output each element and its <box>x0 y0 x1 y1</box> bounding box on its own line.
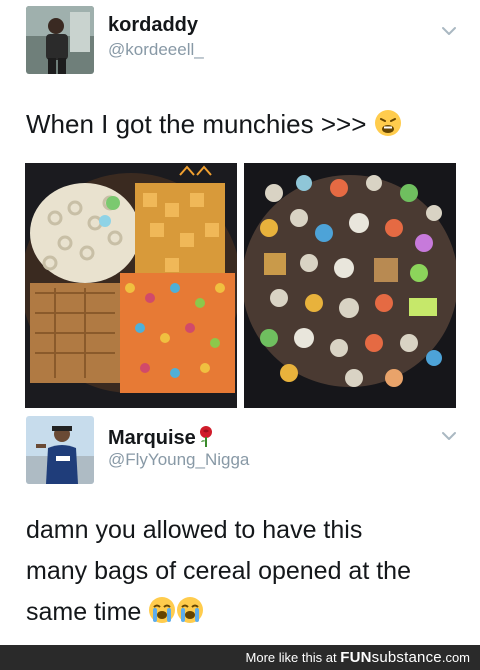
tweet-header-kordaddy: kordaddy @kordeeell_ <box>0 6 480 86</box>
brand-sub: substance <box>371 649 442 666</box>
cereal-photo-left[interactable] <box>25 163 237 408</box>
brand-tld: .com <box>441 650 470 665</box>
avatar[interactable] <box>26 6 94 74</box>
chevron-down-icon[interactable] <box>440 22 458 40</box>
weary-face-icon <box>374 109 402 137</box>
watermark-text[interactable]: More like this at FUNsubstance.com <box>246 649 470 666</box>
loudly-crying-face-icon <box>176 596 204 624</box>
cereal-photo-right[interactable] <box>244 163 456 408</box>
tweet-text-line-content: same time <box>26 598 142 626</box>
user-handle[interactable]: @kordeeell_ <box>108 40 204 60</box>
tweet-text-line: many bags of cereal opened at the <box>26 557 411 585</box>
chevron-down-icon[interactable] <box>440 427 458 445</box>
user-handle[interactable]: @FlyYoung_Nigga <box>108 450 249 470</box>
display-name[interactable]: kordaddy <box>108 14 198 37</box>
tweet-text-line: same time <box>26 592 411 633</box>
tweet-text-line: damn you allowed to have this <box>26 516 363 544</box>
tweet-text: When I got the munchies >>> <box>26 106 402 144</box>
tweet-text-content: When I got the munchies >>> <box>26 109 367 139</box>
loudly-crying-face-icon <box>148 596 176 624</box>
tweet-header-marquise: Marquise @FlyYoung_Nigga <box>0 415 480 495</box>
watermark-footer: More like this at FUNsubstance.com <box>0 645 480 670</box>
avatar[interactable] <box>26 416 94 484</box>
display-name[interactable]: Marquise <box>108 425 215 450</box>
watermark-prefix: More like this at <box>245 650 337 665</box>
rose-icon <box>197 425 215 447</box>
brand-main: FUN <box>340 649 372 666</box>
tweet-text: damn you allowed to have this many bags … <box>26 510 411 633</box>
watermark-brand: FUNsubstance <box>340 649 442 666</box>
display-name-text: Marquise <box>108 427 196 449</box>
